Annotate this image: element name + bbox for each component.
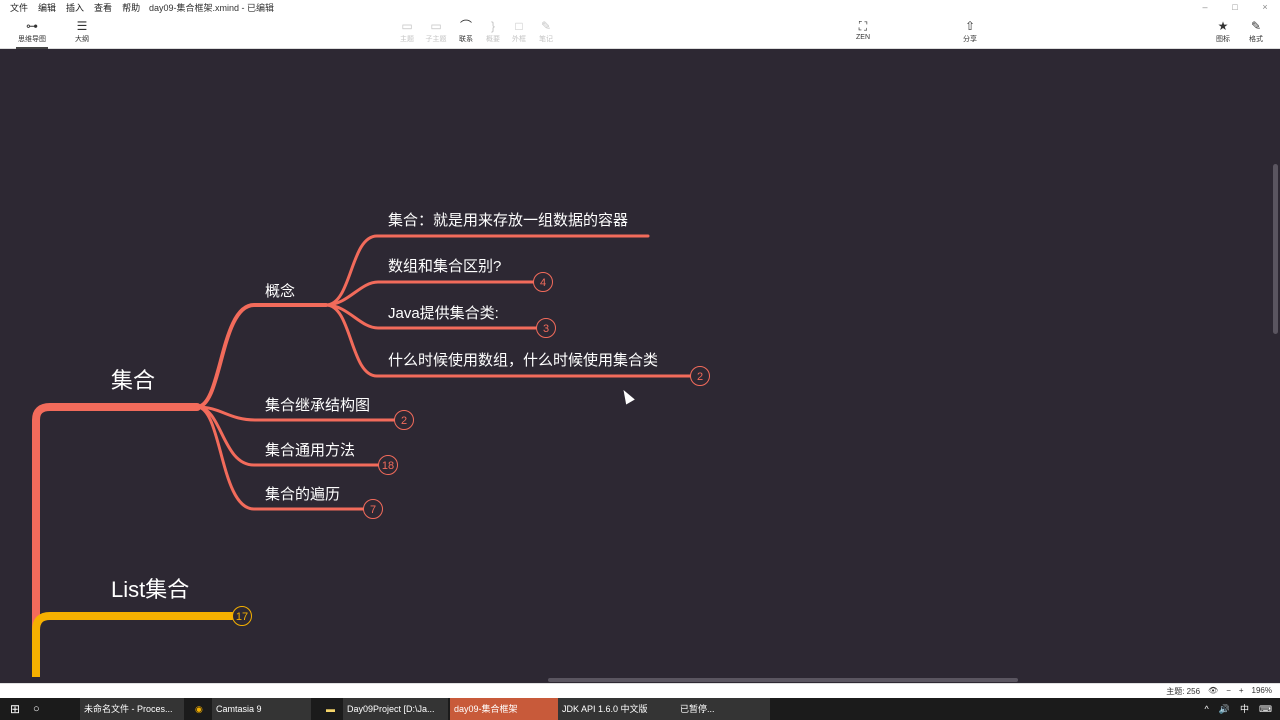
notes-button[interactable]: ✎ 笔记 [526,18,566,44]
vertical-scrollbar[interactable] [1270,49,1280,677]
menu-help[interactable]: 帮助 [122,1,140,14]
menu-insert[interactable]: 插入 [66,1,84,14]
collapsed-count-badge[interactable]: 17 [232,606,252,626]
share-button[interactable]: ⇧ 分享 [950,18,990,44]
taskbar-item[interactable]: 未命名文件 - Proces... [80,698,184,720]
topic-when-to-use[interactable]: 什么时候使用数组，什么时候使用集合类 [388,349,658,370]
eye-icon[interactable]: 👁 [1208,686,1218,697]
volume-icon[interactable]: 🔊 [1219,698,1230,720]
menu-view[interactable]: 查看 [94,1,112,14]
system-tray: ^ 🔊 中 ⌨ [1205,698,1272,720]
folder-icon[interactable]: ▬ [322,698,340,720]
menu-file[interactable]: 文件 [10,1,28,14]
mindmap-canvas[interactable]: 集合 概念 集合：就是用来存放一组数据的容器 数组和集合区别? 4 Java提供… [0,49,1270,677]
taskbar-item[interactable]: JDK API 1.6.0 中文版 [558,698,666,720]
menu-edit[interactable]: 编辑 [38,1,56,14]
xmind-window: 文件 编辑 插入 查看 帮助 day09-集合框架.xmind - 已编辑 – … [0,0,1280,720]
status-bar: 主题: 256 👁 − + 196% [0,683,1280,698]
keyboard-icon[interactable]: ⌨ [1259,698,1272,720]
zoom-out-button[interactable]: − [1226,686,1231,697]
taskbar-item[interactable]: Camtasia 9 [212,698,311,720]
close-icon[interactable]: × [1250,0,1280,14]
zen-icon: ⛶ [858,19,868,33]
window-controls: – □ × [1190,0,1280,14]
windows-taskbar: ⊞ ○ 未命名文件 - Proces... ◉ Camtasia 9 ▬ Day… [0,698,1280,720]
topic-definition[interactable]: 集合：就是用来存放一组数据的容器 [388,209,628,230]
topic-array-vs-collection[interactable]: 数组和集合区别? [388,255,501,276]
topic-iteration[interactable]: 集合的遍历 [265,483,340,504]
tab-outline[interactable]: ☰ 大纲 [62,18,102,44]
search-icon[interactable]: ○ [29,698,47,720]
collapsed-count-badge[interactable]: 4 [533,272,553,292]
topic-collection[interactable]: 集合 [111,363,155,395]
share-icon: ⇧ [964,19,976,33]
topic-hierarchy[interactable]: 集合继承结构图 [265,394,370,415]
topic-list-collection[interactable]: List集合 [111,572,189,604]
tray-expand-icon[interactable]: ^ [1205,698,1209,720]
maximize-icon[interactable]: □ [1220,0,1250,14]
minimize-icon[interactable]: – [1190,0,1220,14]
zoom-in-button[interactable]: + [1239,686,1244,697]
topic-concept[interactable]: 概念 [265,280,295,301]
topic-common-methods[interactable]: 集合通用方法 [265,439,355,460]
brush-icon: ✎ [1250,19,1262,33]
windows-start-icon[interactable]: ⊞ [6,698,28,720]
scroll-thumb[interactable] [548,678,1018,682]
zoom-level[interactable]: 196% [1252,686,1272,697]
trunk-line-2 [32,612,236,677]
document-title: day09-集合框架.xmind - 已编辑 [149,3,275,13]
scroll-thumb[interactable] [1273,164,1278,334]
input-method-icon[interactable]: 中 [1240,698,1249,720]
zen-button[interactable]: ⛶ ZEN [843,18,883,41]
branch-line [195,303,328,409]
mindmap-icon: ⊶ [26,19,38,33]
top-toolbar: 文件 编辑 插入 查看 帮助 day09-集合框架.xmind - 已编辑 – … [0,0,1280,49]
notes-icon: ✎ [540,19,552,33]
format-panel-button[interactable]: ✎ 格式 [1236,18,1276,44]
tab-mindmap[interactable]: ⊶ 思维导图 [12,18,52,49]
collapsed-count-badge[interactable]: 2 [690,366,710,386]
collapsed-count-badge[interactable]: 7 [363,499,383,519]
collapsed-count-badge[interactable]: 2 [394,410,414,430]
outline-icon: ☰ [76,19,88,33]
collapsed-count-badge[interactable]: 18 [378,455,398,475]
menu-bar: 文件 编辑 插入 查看 帮助 [0,0,140,14]
app-icon[interactable]: ◉ [191,698,209,720]
trunk-line [32,403,201,677]
collapsed-count-badge[interactable]: 3 [536,318,556,338]
topic-java-collection-classes[interactable]: Java提供集合类: [388,302,499,323]
taskbar-item[interactable]: 已暂停... [666,698,770,720]
topic-count: 主题: 256 [1166,687,1201,696]
taskbar-item[interactable]: day09-集合框架 [450,698,558,720]
taskbar-item[interactable]: Day09Project [D:\Ja... [343,698,448,720]
